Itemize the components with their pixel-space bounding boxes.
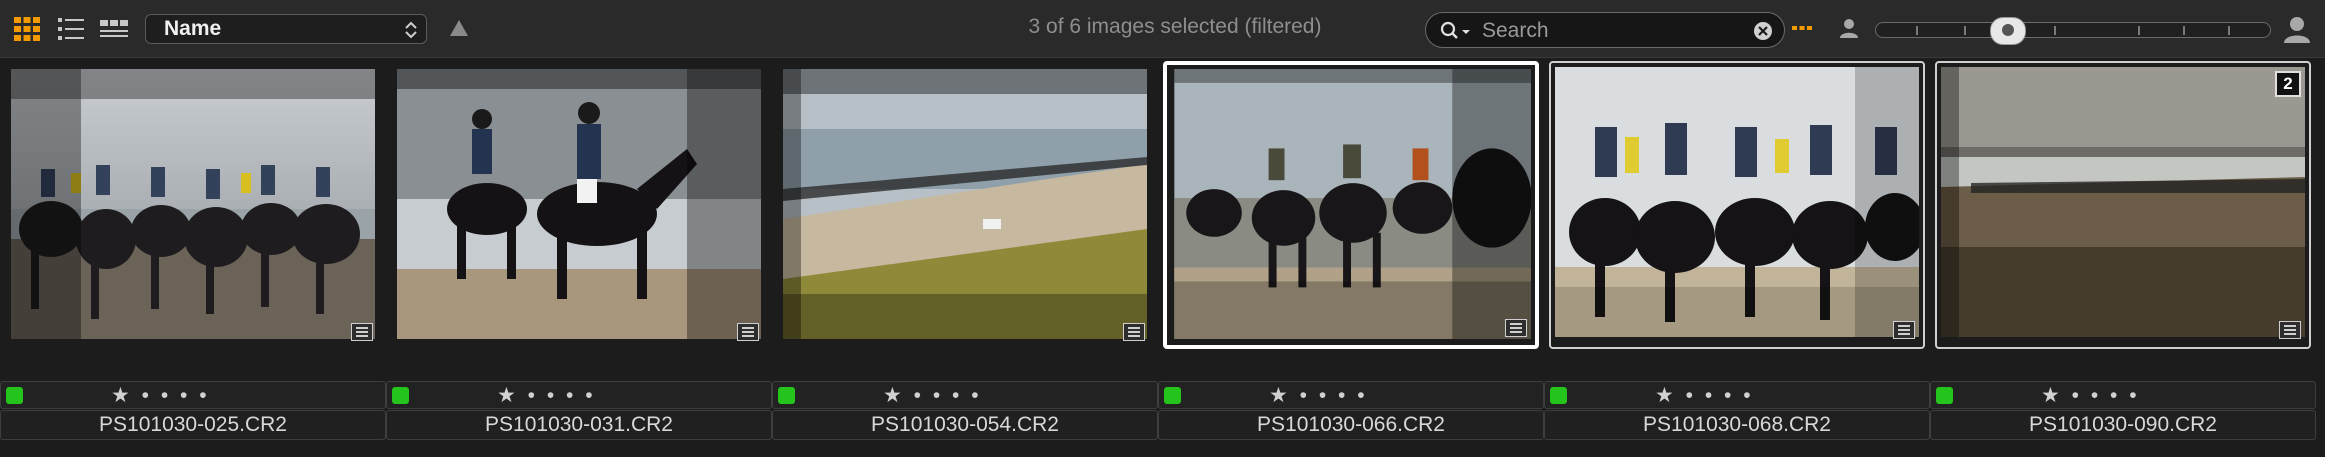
color-label-chip[interactable] [778,387,795,404]
filename-label: PS101030-066.CR2 [1158,410,1544,440]
stack-count-badge[interactable]: 2 [2275,71,2301,97]
metadata-icon [1123,323,1145,341]
thumbnail-grid: ★ • • • • PS101030-025.CR2 ★ • • • • PS1… [0,58,2325,457]
thumbnail-image[interactable] [783,69,1147,339]
rating-row: ★ • • • • [1158,381,1544,409]
star-rating[interactable]: ★ • • • • [497,383,596,408]
grid-view-icon[interactable] [12,14,42,44]
thumbnail-frame[interactable] [1549,61,1925,349]
star-rating[interactable]: ★ • • • • [111,383,210,408]
metadata-icon [737,323,759,341]
thumbnail-size-slider[interactable] [1875,17,2271,45]
user-large-icon [2284,17,2310,43]
metadata-icon [1505,319,1527,337]
thumbnail-image[interactable] [1171,69,1531,341]
rating-row: ★ • • • • [0,381,386,409]
thumbnail-image[interactable] [1941,67,2305,337]
star-rating[interactable]: ★ • • • • [1269,383,1368,408]
rating-row: ★ • • • • [772,381,1158,409]
slider-tick [2228,26,2230,35]
slider-tick [2054,26,2056,35]
star-rating[interactable]: ★ • • • • [2041,383,2140,408]
metadata-icon [2279,321,2301,339]
thumbnail-cell[interactable]: ★ • • • • PS101030-066.CR2 [1158,58,1544,457]
filmstrip-view-icon[interactable] [99,14,129,44]
thumbnail-cell[interactable]: ★ • • • • PS101030-031.CR2 [386,58,772,457]
color-label-chip[interactable] [392,387,409,404]
ellipsis-icon[interactable] [1790,16,1814,40]
sort-by-select[interactable]: Name [145,14,427,44]
list-view-icon[interactable] [56,14,86,44]
search-input[interactable] [1480,17,1684,45]
clear-search-icon[interactable] [1753,21,1773,41]
thumbnail-cell[interactable]: ★ • • • • PS101030-025.CR2 [0,58,386,457]
thumbnail-cell[interactable]: ★ • • • • PS101030-054.CR2 [772,58,1158,457]
thumbnail-frame[interactable] [777,61,1153,349]
filename-label: PS101030-090.CR2 [1930,410,2316,440]
thumbnail-image[interactable] [1555,67,1919,337]
toolbar: Name 3 of 6 images selected (filtered) [0,0,2325,58]
color-label-chip[interactable] [1164,387,1181,404]
slider-tick [1916,26,1918,35]
slider-tick [1964,26,1966,35]
slider-tick [2138,26,2140,35]
filename-label: PS101030-025.CR2 [0,410,386,440]
color-label-chip[interactable] [1936,387,1953,404]
star-rating[interactable]: ★ • • • • [1655,383,1754,408]
rating-row: ★ • • • • [1544,381,1930,409]
slider-tick [2183,26,2185,35]
search-icon[interactable] [1440,21,1476,41]
thumbnail-frame[interactable] [391,61,767,349]
thumbnail-cell[interactable]: 2 ★ • • • • PS101030-090.CR2 [1930,58,2316,457]
thumbnail-image[interactable] [11,69,375,339]
filename-label: PS101030-031.CR2 [386,410,772,440]
thumbnail-frame[interactable] [1163,61,1539,349]
sort-direction-icon[interactable] [449,18,469,38]
sort-by-label: Name [164,17,222,40]
star-rating[interactable]: ★ • • • • [883,383,982,408]
thumbnail-cell[interactable]: ★ • • • • PS101030-068.CR2 [1544,58,1930,457]
rating-row: ★ • • • • [1930,381,2316,409]
color-label-chip[interactable] [6,387,23,404]
thumbnail-frame[interactable]: 2 [1935,61,2311,349]
metadata-icon [351,323,373,341]
rating-row: ★ • • • • [386,381,772,409]
user-small-icon [1840,19,1858,38]
search-field[interactable] [1425,12,1785,48]
selection-status: 3 of 6 images selected (filtered) [1028,15,1322,38]
color-label-chip[interactable] [1550,387,1567,404]
thumbnail-frame[interactable] [5,61,381,349]
chevron-updown-icon [405,21,417,39]
filename-label: PS101030-068.CR2 [1544,410,1930,440]
metadata-icon [1893,321,1915,339]
filename-label: PS101030-054.CR2 [772,410,1158,440]
thumbnail-image[interactable] [397,69,761,339]
slider-thumb[interactable] [1990,17,2026,45]
